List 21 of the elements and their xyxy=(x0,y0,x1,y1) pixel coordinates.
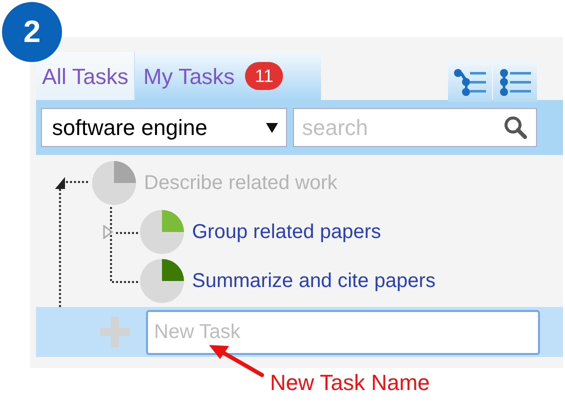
search-field[interactable]: search xyxy=(293,108,537,147)
plus-icon xyxy=(100,317,130,347)
progress-pie xyxy=(92,160,136,204)
tab[interactable]: My Tasks 11 xyxy=(134,52,322,100)
search-icon xyxy=(503,115,527,139)
count-badge: 11 xyxy=(244,62,284,90)
progress-pie xyxy=(140,210,184,254)
connector-line xyxy=(66,181,90,183)
annotation-arrow xyxy=(209,345,264,377)
tab[interactable]: All Tasks xyxy=(36,52,134,100)
dropdown-arrow-icon xyxy=(266,122,278,132)
step-badge: 2 xyxy=(2,2,62,62)
list-icon xyxy=(498,67,532,97)
annotation-label: New Task Name xyxy=(270,369,430,397)
progress-pie xyxy=(140,258,184,302)
tree-view-button[interactable] xyxy=(448,62,492,102)
new-task-field[interactable]: New Task xyxy=(146,310,540,354)
list-view-button[interactable] xyxy=(493,62,537,102)
tree-list-icon xyxy=(453,67,487,97)
category-dropdown[interactable]: software engine xyxy=(41,108,287,147)
dropdown-value: software engine xyxy=(52,114,208,142)
